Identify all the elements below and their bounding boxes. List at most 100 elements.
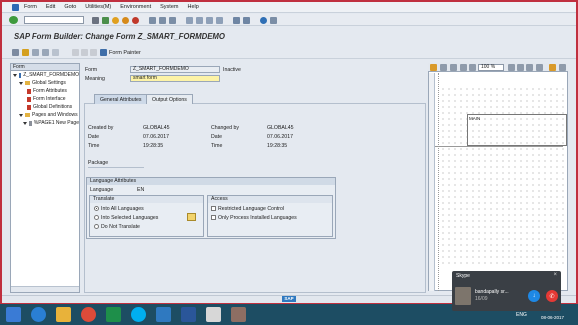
display-change-icon[interactable]: [22, 49, 29, 56]
nav-back-icon[interactable]: [72, 49, 79, 56]
form-painter-button[interactable]: Form Painter: [109, 50, 141, 56]
check-icon[interactable]: [32, 49, 39, 56]
nav-icon[interactable]: [90, 49, 97, 56]
menu-form[interactable]: Form: [24, 4, 37, 10]
file-explorer-icon[interactable]: [56, 307, 71, 322]
skype-app-name: Skype: [456, 273, 470, 279]
restricted-language-checkbox[interactable]: Restricted Language Control: [211, 206, 284, 212]
new-session-icon[interactable]: [233, 17, 240, 24]
shortcut-icon[interactable]: [243, 17, 250, 24]
painter-close-icon[interactable]: [559, 64, 566, 71]
painter-grid-icon[interactable]: [469, 64, 476, 71]
menu-edit[interactable]: Edit: [46, 4, 55, 10]
internet-explorer-icon[interactable]: [31, 307, 46, 322]
expand-icon[interactable]: [13, 73, 17, 77]
language-select-button[interactable]: [187, 213, 196, 221]
sap-logon-icon[interactable]: [156, 307, 171, 322]
word-icon[interactable]: [181, 307, 196, 322]
skype-taskbar-icon[interactable]: [131, 307, 146, 322]
expand-icon[interactable]: [19, 81, 23, 85]
tree-node-form-interface[interactable]: Form Interface: [11, 95, 79, 103]
form-painter-canvas[interactable]: MAIN: [428, 63, 568, 291]
form-name-field: Z_SMART_FORMDEMO: [130, 66, 220, 73]
main-window-box[interactable]: MAIN: [467, 114, 567, 146]
command-field[interactable]: [24, 16, 84, 24]
zoom-out-icon[interactable]: [517, 64, 524, 71]
zoom-select[interactable]: 100 %: [478, 64, 504, 71]
tree-node-page1[interactable]: %PAGE1 New Page: [11, 119, 79, 127]
form-painter-icon[interactable]: [100, 49, 107, 56]
print-icon[interactable]: [149, 17, 156, 24]
other-object-icon[interactable]: [12, 49, 19, 56]
chrome-icon[interactable]: [81, 307, 96, 322]
menu-help[interactable]: Help: [187, 4, 198, 10]
back-arrow-icon[interactable]: [92, 17, 99, 24]
menu-goto[interactable]: Goto: [64, 4, 76, 10]
tree-node-global-definitions[interactable]: Global Definitions: [11, 103, 79, 111]
created-time-label: Time: [88, 143, 100, 149]
radio-selected-icon[interactable]: [94, 206, 99, 212]
checkbox-icon[interactable]: [211, 206, 216, 212]
app-icon[interactable]: [231, 307, 246, 322]
meaning-input[interactable]: smart form: [130, 75, 220, 82]
next-page-icon[interactable]: [206, 17, 213, 24]
tab-general-attributes[interactable]: General Attributes: [94, 94, 148, 104]
tree-node-form[interactable]: Z_SMART_FORMDEMO: [11, 71, 79, 79]
windows-start-icon[interactable]: [6, 307, 21, 322]
tree-horizontal-scrollbar[interactable]: [11, 286, 79, 292]
painter-tool-icon[interactable]: [430, 64, 437, 71]
answer-call-icon[interactable]: ↓: [528, 290, 540, 302]
input-language[interactable]: ENG: [516, 312, 527, 318]
document-icon: [27, 104, 31, 110]
enter-check-icon[interactable]: [9, 16, 18, 24]
tree-node-global-settings[interactable]: Global Settings: [11, 79, 79, 87]
last-page-icon[interactable]: [216, 17, 223, 24]
exit-icon[interactable]: [122, 17, 129, 24]
package-underline: [88, 167, 144, 168]
back-icon[interactable]: [112, 17, 119, 24]
nav-forward-icon[interactable]: [81, 49, 88, 56]
menu-system[interactable]: System: [160, 4, 178, 10]
find-next-icon[interactable]: [169, 17, 176, 24]
main-window-label: MAIN: [469, 116, 481, 121]
menu-environment[interactable]: Environment: [120, 4, 151, 10]
expand-icon[interactable]: [19, 113, 23, 117]
package-label: Package: [88, 160, 109, 166]
do-not-translate-option[interactable]: Do Not Translate: [94, 224, 140, 230]
translate-selected-option[interactable]: Into Selected Languages: [94, 215, 158, 221]
previous-page-icon[interactable]: [196, 17, 203, 24]
sap-menu-icon[interactable]: [12, 3, 19, 11]
clock-date[interactable]: 08-06-2017: [541, 315, 564, 320]
test-icon[interactable]: [52, 49, 59, 56]
tree-header: Form: [11, 64, 79, 71]
excel-icon[interactable]: [106, 307, 121, 322]
radio-icon[interactable]: [94, 224, 99, 230]
help-icon[interactable]: [260, 17, 267, 24]
painter-grid-toggle-icon[interactable]: [549, 64, 556, 71]
decline-call-icon[interactable]: ✆: [546, 290, 558, 302]
translate-all-option[interactable]: Into All Languages: [94, 206, 144, 212]
created-by-value: GLOBAL45: [143, 125, 170, 131]
tab-output-options[interactable]: Output Options: [146, 94, 193, 104]
first-page-icon[interactable]: [186, 17, 193, 24]
painter-paste-icon[interactable]: [450, 64, 457, 71]
painter-refresh-icon[interactable]: [526, 64, 533, 71]
checkbox-icon[interactable]: [211, 215, 216, 221]
painter-copy-icon[interactable]: [440, 64, 447, 71]
notepad-icon[interactable]: [206, 307, 221, 322]
customize-layout-icon[interactable]: [270, 17, 277, 24]
tree-node-pages-windows[interactable]: Pages and Windows: [11, 111, 79, 119]
zoom-in-icon[interactable]: [508, 64, 515, 71]
radio-icon[interactable]: [94, 215, 99, 221]
painter-delete-icon[interactable]: [460, 64, 467, 71]
activate-icon[interactable]: [42, 49, 49, 56]
find-icon[interactable]: [159, 17, 166, 24]
installed-languages-checkbox[interactable]: Only Process Installed Languages: [211, 215, 297, 221]
close-icon[interactable]: ×: [553, 272, 557, 278]
cancel-icon[interactable]: [132, 17, 139, 24]
expand-icon[interactable]: [23, 121, 27, 125]
menu-utilities[interactable]: Utilities(M): [85, 4, 111, 10]
painter-settings-icon[interactable]: [536, 64, 543, 71]
tree-node-form-attributes[interactable]: Form Attributes: [11, 87, 79, 95]
save-icon[interactable]: [102, 17, 109, 24]
